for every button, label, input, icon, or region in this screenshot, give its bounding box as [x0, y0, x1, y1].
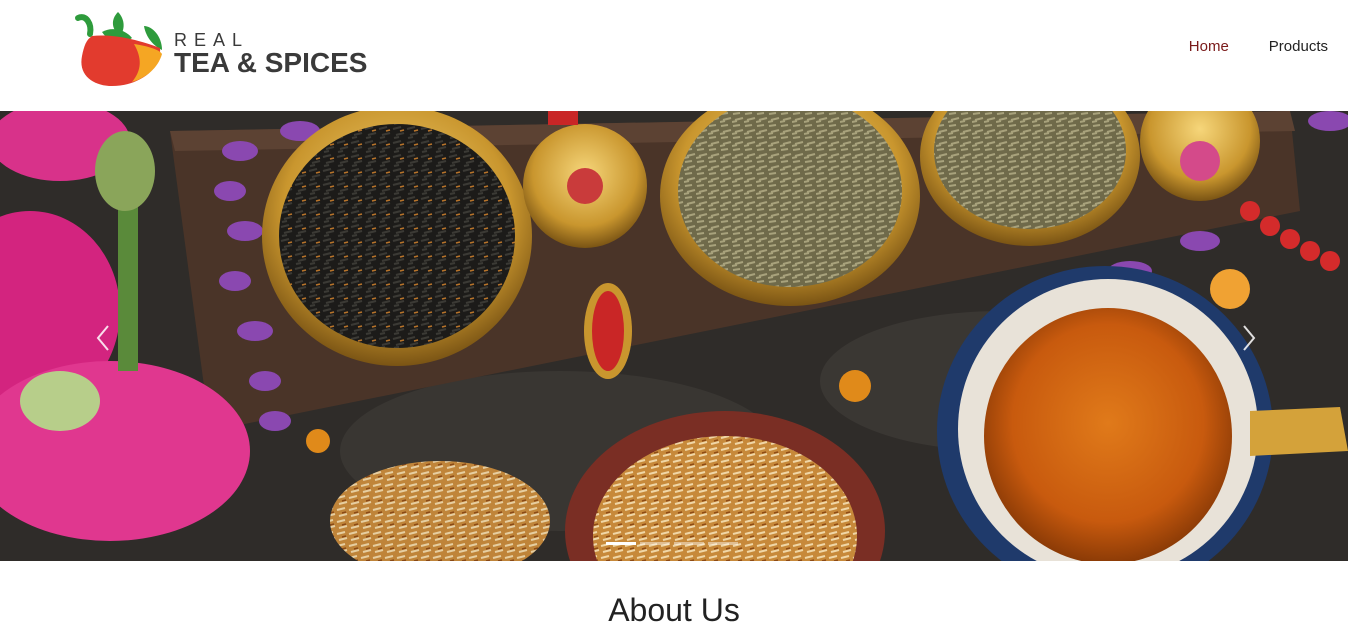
- brand-line2: TEA & SPICES: [174, 47, 368, 78]
- chevron-left-icon: [96, 325, 109, 351]
- nav-products[interactable]: Products: [1269, 38, 1328, 55]
- carousel-prev-button[interactable]: [84, 318, 124, 358]
- main-nav: Home Products: [1189, 38, 1328, 55]
- site-header: REAL TEA & SPICES Home Products: [0, 0, 1348, 111]
- carousel-next-button[interactable]: [1228, 318, 1268, 358]
- carousel-indicators: [606, 542, 738, 545]
- carousel-indicator-2[interactable]: [640, 542, 670, 545]
- chili-leaf-logo-icon: [75, 12, 162, 86]
- brand-logo[interactable]: REAL TEA & SPICES: [72, 10, 372, 90]
- hero-carousel[interactable]: [0, 111, 1348, 561]
- carousel-indicator-3[interactable]: [674, 542, 704, 545]
- chevron-right-icon: [1243, 325, 1256, 351]
- carousel-indicator-1[interactable]: [606, 542, 636, 545]
- carousel-indicator-4[interactable]: [708, 542, 738, 545]
- about-heading: About Us: [608, 592, 740, 628]
- tea-spices-hero-image: [0, 111, 1348, 561]
- nav-home[interactable]: Home: [1189, 38, 1229, 55]
